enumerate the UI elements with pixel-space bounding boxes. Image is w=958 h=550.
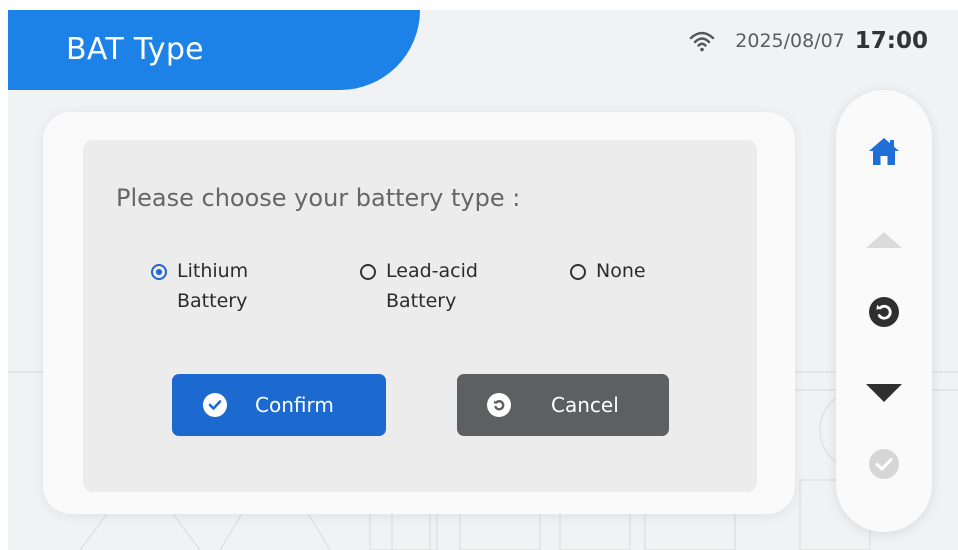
check-icon[interactable] <box>836 448 932 480</box>
back-icon <box>487 393 511 417</box>
status-bar: 2025/08/07 17:00 <box>689 28 928 54</box>
page-title: BAT Type <box>66 32 204 67</box>
side-nav-panel <box>836 90 932 532</box>
radio-lithium[interactable] <box>151 264 167 280</box>
option-none[interactable]: None <box>570 260 646 286</box>
back-icon[interactable] <box>836 296 932 328</box>
radio-lead-acid[interactable] <box>360 264 376 280</box>
battery-type-dialog: Please choose your battery type : Lithiu… <box>43 112 795 514</box>
cancel-label: Cancel <box>551 393 619 417</box>
status-time: 17:00 <box>854 28 928 54</box>
confirm-button[interactable]: Confirm <box>172 374 386 436</box>
dialog-prompt: Please choose your battery type : <box>116 184 521 212</box>
radio-none[interactable] <box>570 264 586 280</box>
wifi-icon <box>690 31 715 52</box>
option-label: Lead-acid Battery <box>386 260 478 312</box>
cancel-button[interactable]: Cancel <box>457 374 669 436</box>
arrow-up-icon[interactable] <box>836 231 932 249</box>
status-date: 2025/08/07 <box>735 30 845 52</box>
title-tab: BAT Type <box>8 10 420 90</box>
dialog-content: Please choose your battery type : Lithiu… <box>83 140 757 492</box>
arrow-down-icon[interactable] <box>836 383 932 403</box>
option-label: Lithium Battery <box>177 260 249 312</box>
confirm-label: Confirm <box>255 393 334 417</box>
check-icon <box>203 393 227 417</box>
option-label: None <box>596 260 646 282</box>
home-icon[interactable] <box>836 136 932 166</box>
option-lithium-battery[interactable]: Lithium Battery <box>151 260 248 316</box>
option-lead-acid-battery[interactable]: Lead-acid Battery <box>360 260 478 316</box>
